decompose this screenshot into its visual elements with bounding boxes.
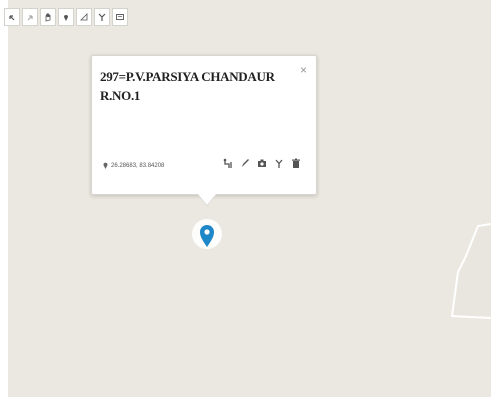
popup-pointer	[198, 194, 216, 205]
close-button[interactable]: ×	[300, 64, 307, 76]
map-toolbar	[4, 8, 128, 26]
location-pin-icon	[103, 162, 108, 169]
layers-icon[interactable]	[112, 8, 128, 26]
marker-info-popup: 297=P.V.PARSIYA CHANDAUR R.NO.1 × 26.286…	[91, 55, 317, 206]
location-marker-icon[interactable]	[191, 217, 223, 253]
coordinates-row: 26.28683, 83.84208	[103, 162, 164, 169]
hand-pan-icon[interactable]	[40, 8, 56, 26]
filter-icon[interactable]	[274, 157, 284, 169]
route-icon[interactable]	[223, 157, 233, 169]
back-arrow-icon[interactable]	[4, 8, 20, 26]
edit-icon[interactable]	[240, 157, 250, 169]
camera-icon[interactable]	[257, 157, 267, 169]
forward-arrow-icon[interactable]	[22, 8, 38, 26]
delete-icon[interactable]	[291, 157, 301, 169]
filter-icon[interactable]	[94, 8, 110, 26]
measure-icon[interactable]	[76, 8, 92, 26]
add-marker-icon[interactable]	[58, 8, 74, 26]
popup-title: 297=P.V.PARSIYA CHANDAUR R.NO.1	[100, 69, 275, 103]
popup-actions	[223, 157, 301, 169]
coordinates-text: 26.28683, 83.84208	[111, 162, 165, 169]
